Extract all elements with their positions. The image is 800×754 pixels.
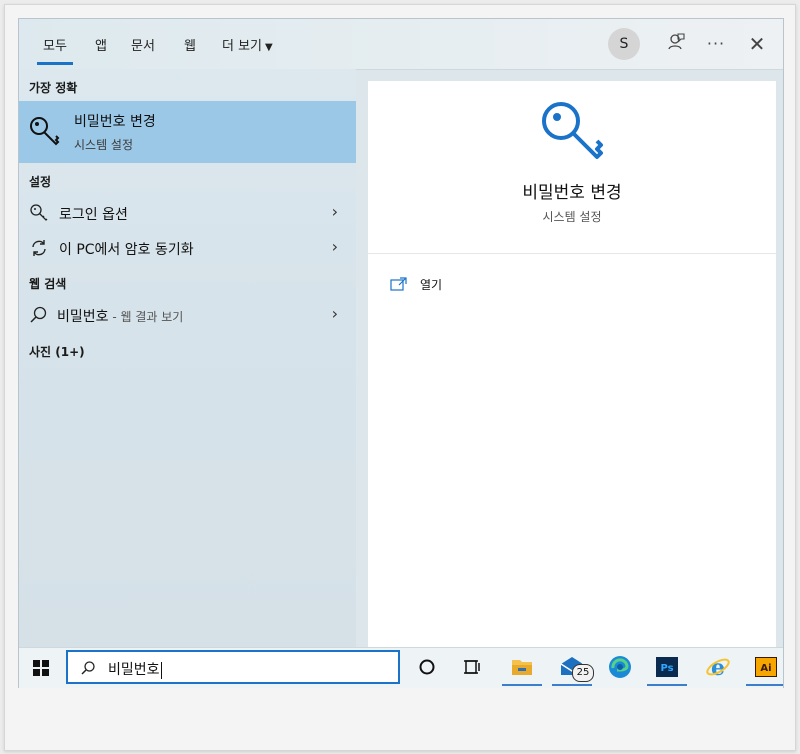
sync-icon — [29, 238, 49, 258]
photoshop-label: Ps — [660, 663, 673, 674]
internet-explorer-icon[interactable]: e — [705, 654, 731, 681]
open-label: 열기 — [420, 278, 443, 292]
active-app-indicator — [502, 684, 542, 686]
settings-heading: 설정 — [29, 175, 52, 189]
result-label: 이 PC에서 암호 동기화 — [59, 242, 194, 258]
task-view-icon[interactable] — [460, 654, 486, 680]
account-avatar[interactable]: S — [608, 28, 640, 60]
result-web-search[interactable]: 비밀번호 - 웹 결과 보기 › — [19, 299, 356, 331]
mail-count-badge: 25 — [572, 664, 594, 682]
best-match-item[interactable]: 비밀번호 변경 시스템 설정 — [19, 101, 356, 163]
tab-documents[interactable]: 문서 — [131, 35, 155, 54]
web-result-label: 비밀번호 - 웹 결과 보기 — [57, 306, 183, 326]
chevron-right-icon[interactable]: › — [332, 237, 338, 256]
active-app-indicator — [647, 684, 687, 686]
web-suffix: - 웹 결과 보기 — [108, 310, 184, 324]
tab-more[interactable]: 더 보기 ▼ — [222, 35, 273, 54]
web-search-heading: 웹 검색 — [29, 277, 67, 291]
detail-pane: 비밀번호 변경 시스템 설정 열기 — [368, 81, 776, 647]
key-icon — [539, 99, 605, 165]
active-app-indicator — [552, 684, 592, 686]
illustrator-label: Ai — [760, 663, 771, 674]
open-icon — [390, 276, 408, 292]
start-button[interactable] — [19, 648, 63, 688]
photoshop-icon[interactable]: Ps — [654, 654, 680, 680]
svg-text:e: e — [711, 655, 725, 680]
chevron-right-icon[interactable]: › — [332, 202, 338, 221]
key-icon — [29, 115, 61, 147]
photos-heading[interactable]: 사진 (1+) — [29, 343, 85, 360]
best-match-heading: 가장 정확 — [29, 81, 78, 95]
close-icon[interactable]: ✕ — [745, 32, 769, 56]
text-cursor — [160, 661, 162, 679]
chevron-right-icon[interactable]: › — [332, 304, 338, 323]
best-match-subtitle: 시스템 설정 — [74, 138, 134, 152]
search-icon — [29, 305, 49, 325]
divider — [368, 253, 776, 254]
search-window: 모두 앱 문서 웹 더 보기 ▼ S ··· ✕ 가장 정확 비밀번호 변경 시… — [18, 18, 784, 688]
caret-down-icon: ▼ — [265, 42, 273, 53]
best-match-title: 비밀번호 변경 — [74, 114, 156, 130]
result-label: 로그인 옵션 — [59, 207, 128, 223]
file-explorer-icon[interactable] — [509, 654, 535, 680]
tab-all[interactable]: 모두 — [37, 35, 73, 65]
taskbar: 비밀번호 25 Ps e Ai — [19, 647, 783, 688]
web-query: 비밀번호 — [57, 309, 109, 325]
tab-more-label: 더 보기 — [222, 39, 263, 54]
active-app-indicator — [746, 684, 783, 686]
illustrator-icon[interactable]: Ai — [753, 654, 779, 680]
edge-icon[interactable] — [607, 654, 633, 680]
tab-web[interactable]: 웹 — [184, 35, 196, 54]
results-list: 가장 정확 비밀번호 변경 시스템 설정 설정 로그인 옵션 › 이 PC에서 … — [19, 69, 356, 647]
key-outline-icon — [29, 203, 49, 223]
more-options-icon[interactable]: ··· — [704, 32, 728, 56]
detail-title: 비밀번호 변경 — [522, 183, 622, 203]
tab-apps[interactable]: 앱 — [95, 35, 107, 54]
feedback-icon[interactable] — [664, 32, 688, 56]
search-query-value: 비밀번호 — [108, 662, 160, 678]
result-sync-password[interactable]: 이 PC에서 암호 동기화 › — [19, 232, 356, 264]
taskbar-search-box[interactable]: 비밀번호 — [66, 650, 400, 684]
search-icon — [81, 661, 95, 675]
search-query-text: 비밀번호 — [108, 659, 162, 679]
detail-subtitle: 시스템 설정 — [542, 210, 602, 224]
result-sign-in-options[interactable]: 로그인 옵션 › — [19, 197, 356, 229]
search-filter-bar: 모두 앱 문서 웹 더 보기 ▼ S ··· ✕ — [19, 19, 783, 70]
windows-logo-icon — [33, 660, 49, 676]
cortana-icon[interactable] — [414, 654, 440, 680]
